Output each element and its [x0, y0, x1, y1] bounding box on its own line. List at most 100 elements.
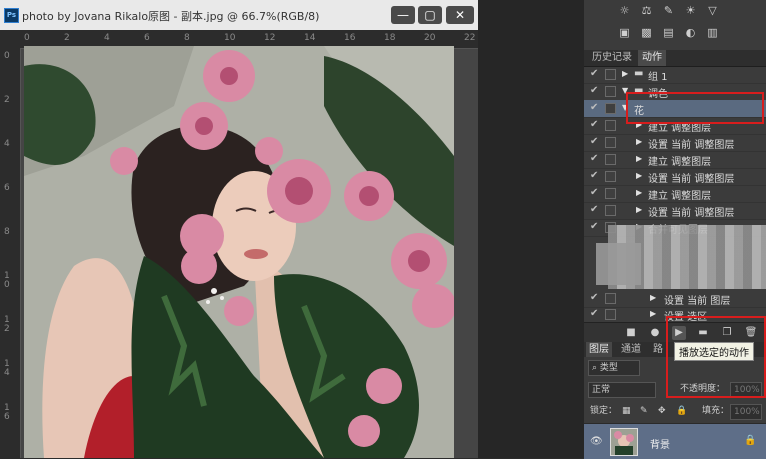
action-row[interactable]: ✔ ▶ 设置 当前 调整图层 — [584, 168, 766, 186]
adjustments-row-2: ▣ ▩ ▤ ◐ ▥ — [584, 26, 766, 44]
vertical-ruler[interactable]: 0 2 4 6 8 1 0 1 2 1 4 1 6 — [0, 48, 21, 458]
expand-icon[interactable]: ▶ — [636, 188, 642, 197]
action-row[interactable]: ✔ ▶ ▬ 组 1 — [584, 66, 766, 84]
ruler-tick-label: 8 — [4, 227, 10, 237]
curves-icon[interactable]: ✎ — [662, 4, 675, 17]
ruler-tick-label: 0 — [24, 33, 30, 43]
expand-icon[interactable]: ▶ — [636, 205, 642, 214]
adjustments-row-1: ☼ ⚖ ✎ ☀ ▽ — [584, 4, 766, 22]
ruler-tick-label: 6 — [144, 33, 150, 43]
toggle-check-icon[interactable]: ✔ — [590, 170, 598, 181]
expand-icon[interactable]: ▶ — [636, 171, 642, 180]
action-row[interactable]: ✔ ▶ 建立 调整图层 — [584, 151, 766, 169]
tab-paths[interactable]: 路 — [650, 342, 666, 357]
document-image[interactable] — [24, 46, 454, 458]
ruler-tick-label: 4 — [104, 33, 110, 43]
blend-mode-select[interactable]: 正常 — [588, 382, 656, 398]
toggle-check-icon[interactable]: ✔ — [590, 204, 598, 215]
document-title: photo by Jovana Rikalo原图 - 副本.jpg @ 66.7… — [22, 10, 320, 23]
ruler-tick-label: 12 — [264, 33, 276, 43]
stop-icon[interactable]: ■ — [624, 326, 638, 340]
toggle-check-icon[interactable]: ✔ — [590, 153, 598, 164]
dialog-toggle-box[interactable] — [605, 171, 616, 182]
action-row[interactable]: ✔ ▶ 设置 当前 调整图层 — [584, 134, 766, 152]
action-label: 设置 当前 调整图层 — [648, 208, 735, 219]
dialog-toggle-box[interactable] — [605, 188, 616, 199]
toggle-check-icon[interactable]: ✔ — [590, 102, 598, 113]
dialog-toggle-box[interactable] — [605, 309, 616, 320]
dialog-toggle-box[interactable] — [605, 293, 616, 304]
ruler-tick-label: 1 2 — [4, 315, 10, 334]
gradient-map-icon[interactable]: ▥ — [706, 26, 719, 39]
tab-channels[interactable]: 通道 — [618, 342, 644, 357]
action-label: 设置 当前 调整图层 — [648, 174, 735, 185]
photo-filter-icon[interactable]: ▣ — [618, 26, 631, 39]
ruler-tick-label: 2 — [4, 95, 10, 105]
tab-layers[interactable]: 图层 — [586, 342, 612, 357]
dialog-toggle-box[interactable] — [605, 103, 616, 114]
tab-actions[interactable]: 动作 — [638, 50, 666, 66]
toggle-check-icon[interactable]: ✔ — [590, 119, 598, 130]
toggle-check-icon[interactable]: ✔ — [590, 308, 598, 319]
kind-filter-value: 类型 — [599, 363, 618, 373]
layer-thumbnail — [610, 428, 638, 456]
toggle-check-icon[interactable]: ✔ — [590, 187, 598, 198]
toggle-check-icon[interactable]: ✔ — [590, 221, 598, 232]
ruler-tick-label: 4 — [4, 139, 10, 149]
dialog-toggle-box[interactable] — [605, 137, 616, 148]
action-row[interactable]: ✔ ▶ 建立 调整图层 — [584, 185, 766, 203]
ruler-tick-label: 1 6 — [4, 403, 10, 422]
dialog-toggle-box[interactable] — [605, 120, 616, 131]
dialog-toggle-box[interactable] — [605, 69, 616, 80]
vibrance-icon[interactable]: ▽ — [706, 4, 719, 17]
action-label: 组 1 — [648, 72, 668, 83]
expand-icon[interactable]: ▶ — [650, 309, 656, 318]
dialog-toggle-box[interactable] — [605, 205, 616, 216]
expand-icon[interactable]: ▶ — [622, 69, 628, 78]
minimize-icon: — — [397, 8, 409, 22]
action-label: 设置 当前 调整图层 — [648, 140, 735, 151]
invert-icon[interactable]: ◐ — [684, 26, 697, 39]
ruler-tick-label: 20 — [424, 33, 436, 43]
fill-label: 填充： — [702, 406, 730, 416]
lock-transparent-icon[interactable]: ▦ — [622, 404, 631, 418]
action-row[interactable]: ✔ ▶ 设置 当前 调整图层 — [584, 202, 766, 220]
toggle-check-icon[interactable]: ✔ — [590, 136, 598, 147]
toggle-check-icon[interactable]: ✔ — [590, 292, 598, 303]
channel-mixer-icon[interactable]: ▩ — [640, 26, 653, 39]
photoshop-app-icon: Ps — [4, 8, 19, 23]
expand-icon[interactable]: ▶ — [636, 154, 642, 163]
action-label: 建立 调整图层 — [648, 191, 712, 202]
fill-field[interactable]: 100% — [730, 404, 762, 420]
maximize-icon: ▢ — [424, 8, 436, 22]
lock-icon: 🔒 — [744, 435, 757, 446]
maximize-button[interactable]: ▢ — [418, 6, 442, 24]
dialog-toggle-box[interactable] — [605, 154, 616, 165]
close-icon: ✕ — [454, 8, 466, 22]
lock-pixels-icon[interactable]: ✎ — [640, 404, 648, 418]
color-lookup-icon[interactable]: ▤ — [662, 26, 675, 39]
ruler-corner[interactable] — [0, 30, 20, 48]
ruler-tick-label: 2 — [64, 33, 70, 43]
ruler-tick-label: 6 — [4, 183, 10, 193]
record-icon[interactable]: ● — [648, 326, 662, 340]
kind-filter-select[interactable]: ⌕ 类型 — [588, 360, 640, 376]
lock-position-icon[interactable]: ✥ — [658, 404, 666, 418]
tab-history[interactable]: 历史记录 — [588, 50, 636, 66]
expand-icon[interactable]: ▶ — [650, 293, 656, 302]
lock-all-icon[interactable]: 🔒 — [676, 404, 687, 418]
eye-icon[interactable]: 👁 — [590, 436, 603, 447]
exposure-icon[interactable]: ☀ — [684, 4, 697, 17]
document-titlebar[interactable]: Ps photo by Jovana Rikalo原图 - 副本.jpg @ 6… — [0, 0, 478, 31]
minimize-button[interactable]: — — [391, 6, 415, 24]
close-button[interactable]: ✕ — [446, 6, 474, 24]
dialog-toggle-box[interactable] — [605, 86, 616, 97]
layer-background[interactable]: 👁 背景 🔒 — [584, 423, 766, 459]
ruler-tick-label: 1 0 — [4, 271, 10, 290]
right-panel: ☼ ⚖ ✎ ☀ ▽ ▣ ▩ ▤ ◐ ▥ 历史记录 动作 ✔ ▶ ▬ 组 1 ✔ ▼ ▬ 调色 ✔… — [584, 0, 766, 459]
brightness-contrast-icon[interactable]: ☼ — [618, 4, 631, 17]
expand-icon[interactable]: ▶ — [636, 137, 642, 146]
toggle-check-icon[interactable]: ✔ — [590, 68, 598, 79]
toggle-check-icon[interactable]: ✔ — [590, 85, 598, 96]
levels-icon[interactable]: ⚖ — [640, 4, 653, 17]
